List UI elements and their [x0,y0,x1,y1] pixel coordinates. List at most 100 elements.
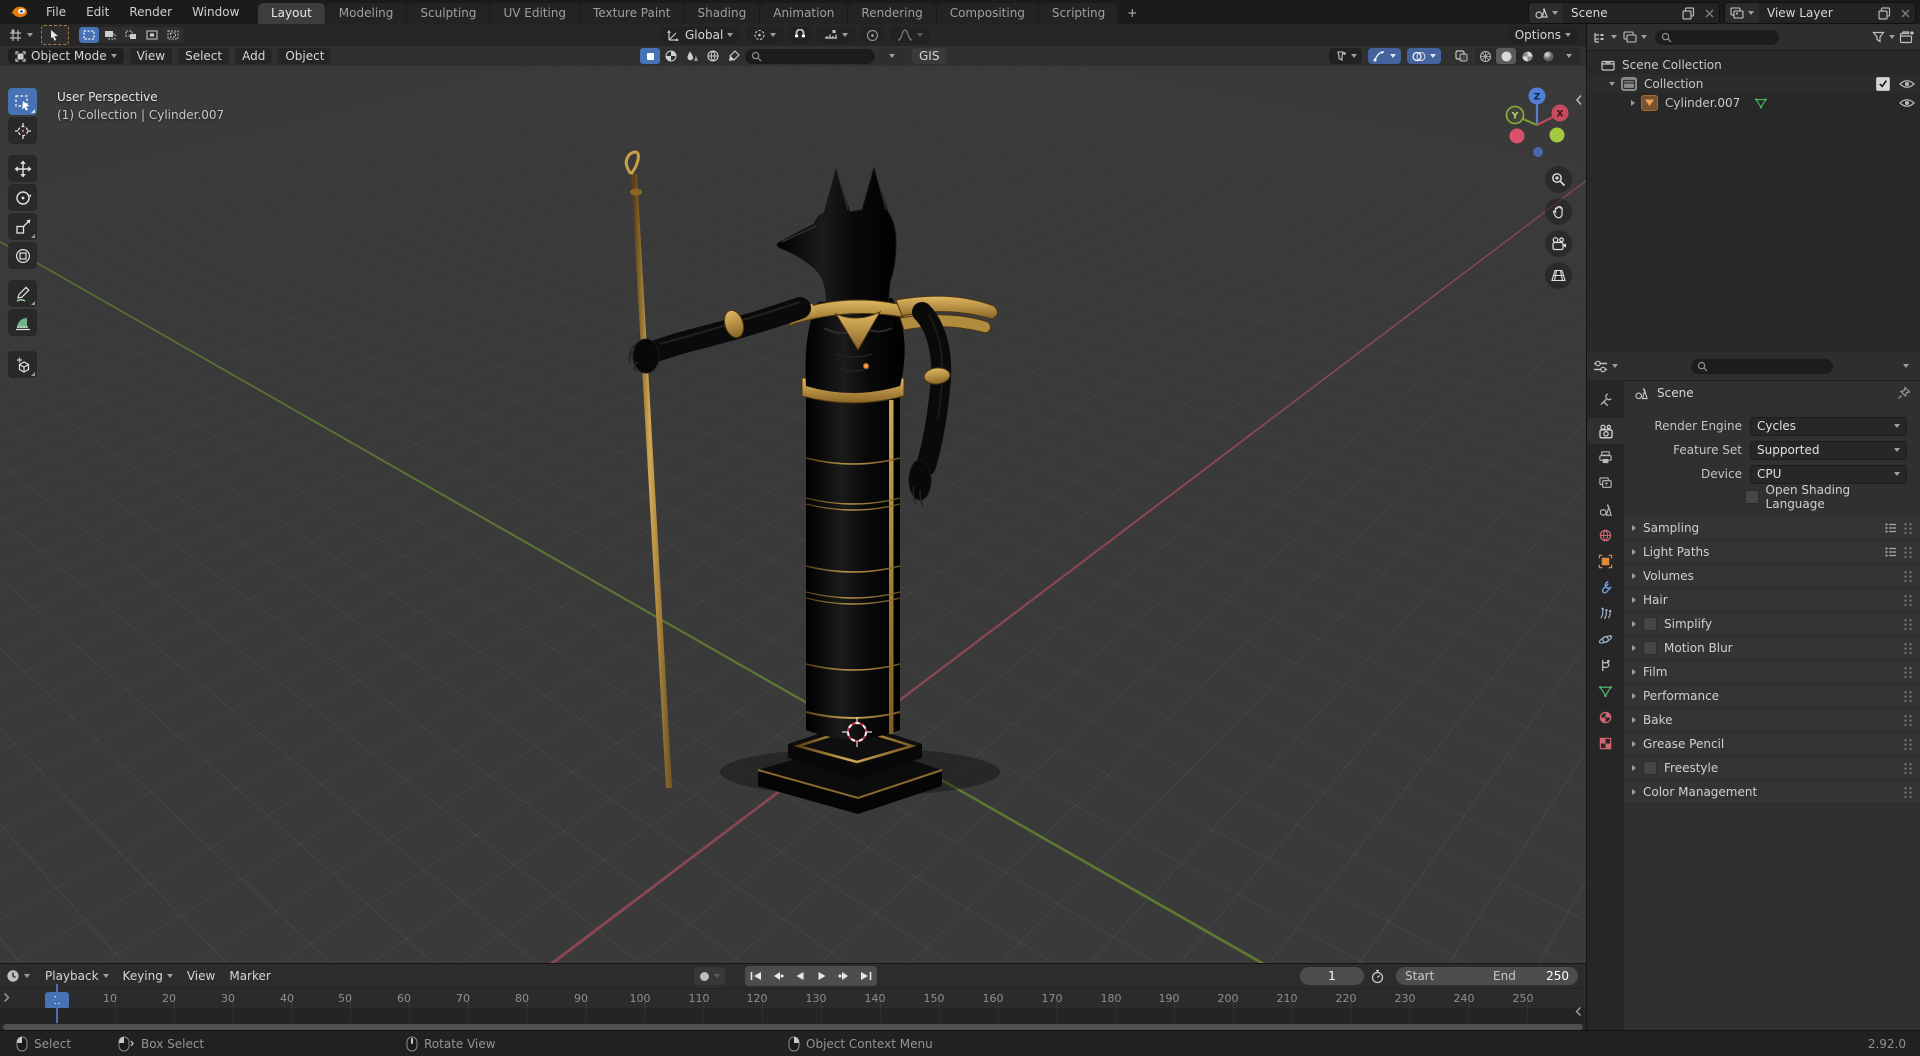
menu-render[interactable]: Render [119,0,182,24]
panel-grease-pencil[interactable]: Grease Pencil [1624,732,1920,756]
show-object-types-dropdown[interactable] [1329,48,1362,64]
select-menu[interactable]: Select [178,48,230,64]
outliner-row-collection[interactable]: Collection [1587,74,1920,93]
blender-logo-icon[interactable] [10,5,28,19]
tab-compositing[interactable]: Compositing [936,3,1038,24]
marker-menu[interactable]: Marker [222,967,277,985]
select-mode-extend-icon[interactable] [100,27,120,43]
gizmo-neg-axis-1[interactable] [1509,128,1525,144]
shading-rendered-icon[interactable] [1538,48,1558,64]
brush-icon[interactable] [724,48,744,64]
new-view-layer-icon[interactable] [1873,3,1896,23]
panel-simplify[interactable]: Simplify [1624,612,1920,636]
select-mode-subtract-icon[interactable] [121,27,141,43]
playhead-line[interactable] [56,984,58,1023]
gizmo-neg-axis-2[interactable] [1549,127,1565,143]
end-frame-field[interactable]: End 250 [1484,967,1578,985]
outliner-row-scene-collection[interactable]: Scene Collection [1587,55,1920,74]
tab-particles[interactable] [1587,600,1624,626]
globe-icon[interactable] [703,48,723,64]
options-dropdown[interactable]: Options [1507,27,1578,43]
tool-cursor[interactable] [8,117,37,144]
drag-handle[interactable] [1903,569,1913,582]
droplet-icon[interactable] [682,48,702,64]
breadcrumb-label[interactable]: Scene [1657,386,1694,400]
tab-texture[interactable] [1587,730,1624,756]
tab-texture-paint[interactable]: Texture Paint [580,3,684,24]
panel-volumes[interactable]: Volumes [1624,564,1920,588]
drag-handle[interactable] [1903,785,1913,798]
osl-checkbox[interactable] [1745,490,1759,504]
menu-edit[interactable]: Edit [76,0,119,24]
viewport-3d[interactable]: User Perspective (1) Collection | Cylind… [0,66,1586,963]
tab-output[interactable] [1587,444,1624,470]
drag-handle[interactable] [1903,665,1913,678]
next-keyframe-button[interactable] [833,966,855,986]
drag-handle[interactable] [1903,617,1913,630]
panel-hair[interactable]: Hair [1624,588,1920,612]
select-mode-intersect-icon[interactable] [163,27,183,43]
tool-scale[interactable] [8,213,37,240]
object-eye-icon[interactable] [1899,98,1915,108]
collection-expand-icon[interactable] [1609,81,1615,86]
pan-hand-icon[interactable] [1545,198,1572,225]
shading-wireframe-icon[interactable] [1475,48,1495,64]
remove-view-layer-icon[interactable] [1896,3,1915,23]
editor-type-icon[interactable] [8,28,33,42]
tool-rotate[interactable] [8,184,37,211]
panel-color-management[interactable]: Color Management [1624,780,1920,804]
scene-icon[interactable] [1529,3,1563,23]
zoom-icon[interactable] [1545,166,1572,193]
outliner-filter-icon[interactable] [1872,31,1895,43]
square-icon[interactable] [640,48,660,64]
select-mode-new-icon[interactable] [79,27,99,43]
simplify-checkbox[interactable] [1643,616,1657,631]
view-menu[interactable]: View [129,48,173,64]
tab-sculpting[interactable]: Sculpting [407,3,490,24]
add-menu[interactable]: Add [235,48,273,64]
tool-measure[interactable] [8,309,37,336]
timeline-view-menu[interactable]: View [180,967,222,985]
tab-tool[interactable] [1587,386,1624,412]
timeline-ruler[interactable]: 10 20 30 40 50 60 70 80 90 100 110 120 1… [0,988,1586,1009]
play-button[interactable] [811,966,833,986]
tab-rendering[interactable]: Rendering [848,3,936,24]
navigation-gizmo[interactable]: Z X Y [1500,84,1574,160]
tab-shading[interactable]: Shading [684,3,760,24]
tool-annotate[interactable] [8,280,37,307]
tab-data[interactable] [1587,678,1624,704]
tab-view-layer[interactable] [1587,470,1624,496]
tab-scene[interactable] [1587,496,1624,522]
outliner-search-input[interactable] [1655,29,1779,45]
panel-bake[interactable]: Bake [1624,708,1920,732]
tool-move[interactable] [8,155,37,182]
freestyle-checkbox[interactable] [1643,760,1657,775]
overlays-dropdown[interactable] [1407,48,1441,64]
gizmo-neg-z[interactable] [1533,147,1543,157]
collection-eye-icon[interactable] [1899,79,1915,89]
timeline-editor-type-icon[interactable] [6,969,30,983]
new-collection-button[interactable] [1899,30,1915,44]
jump-to-start-button[interactable] [745,966,767,986]
snap-target-dropdown[interactable] [817,27,856,43]
tab-material[interactable] [1587,704,1624,730]
panel-light-paths[interactable]: Light Paths [1624,540,1920,564]
drag-handle[interactable] [1903,761,1913,774]
jump-to-end-button[interactable] [855,966,877,986]
new-scene-icon[interactable] [1677,3,1700,23]
tab-scripting[interactable]: Scripting [1038,3,1119,24]
panel-sampling[interactable]: Sampling [1624,516,1920,540]
tab-physics[interactable] [1587,626,1624,652]
prev-keyframe-button[interactable] [767,966,789,986]
tab-object[interactable] [1587,548,1624,574]
search-options-dropdown[interactable] [879,48,905,64]
gizmos-dropdown[interactable] [1368,48,1401,64]
tab-animation[interactable]: Animation [760,3,848,24]
use-preview-range-icon[interactable] [1370,969,1385,984]
drag-handle[interactable] [1903,713,1913,726]
panel-motion-blur[interactable]: Motion Blur [1624,636,1920,660]
drag-handle[interactable] [1903,689,1913,702]
object-expand-icon[interactable] [1631,99,1635,106]
object-menu[interactable]: Object [278,48,332,64]
panel-film[interactable]: Film [1624,660,1920,684]
